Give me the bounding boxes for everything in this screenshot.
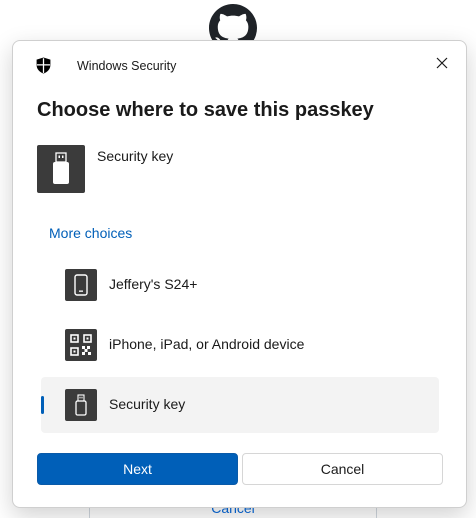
- selection-indicator: [41, 396, 44, 414]
- usb-key-icon: [53, 152, 69, 184]
- option-other-device-tile: [65, 329, 97, 361]
- app-title: Windows Security: [77, 59, 177, 73]
- more-choices-link[interactable]: More choices: [49, 225, 132, 241]
- option-other-device-label: iPhone, iPad, or Android device: [109, 336, 305, 352]
- phone-icon: [74, 274, 88, 296]
- qr-code-icon: [70, 334, 92, 356]
- option-security-key-tile: [65, 389, 97, 421]
- shield-icon: [36, 57, 51, 74]
- dialog-heading: Choose where to save this passkey: [37, 99, 374, 121]
- option-phone[interactable]: Jeffery's S24+: [41, 257, 439, 313]
- selected-device-label: Security key: [97, 148, 174, 164]
- usb-key-icon: [75, 394, 87, 416]
- option-other-device[interactable]: iPhone, iPad, or Android device: [41, 317, 439, 373]
- option-phone-tile: [65, 269, 97, 301]
- option-phone-label: Jeffery's S24+: [109, 276, 198, 292]
- cancel-button[interactable]: Cancel: [242, 453, 443, 485]
- selected-device-tile: [37, 145, 85, 193]
- next-button[interactable]: Next: [37, 453, 238, 485]
- passkey-dialog: Windows Security Choose where to save th…: [12, 40, 467, 508]
- option-security-key-label: Security key: [109, 396, 186, 412]
- dialog-titlebar: Windows Security: [13, 41, 466, 89]
- option-security-key[interactable]: Security key: [41, 377, 439, 433]
- close-icon: [436, 57, 448, 69]
- close-button[interactable]: [428, 49, 456, 77]
